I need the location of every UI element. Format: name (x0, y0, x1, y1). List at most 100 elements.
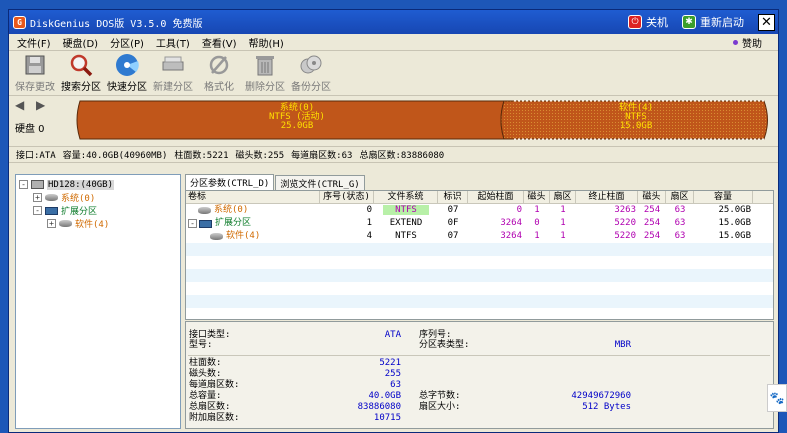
col-label[interactable]: 卷标 (186, 191, 320, 203)
disk-nav: ◀ ▶ 硬盘 0 (9, 96, 67, 146)
row-id: 0F (447, 218, 459, 228)
detail-secsize-value: 512 Bytes (582, 402, 631, 412)
close-button[interactable]: ✕ (758, 13, 775, 31)
search-partition-button[interactable]: 搜索分区 (59, 53, 103, 93)
row-start-sec: 1 (560, 231, 566, 241)
row-label: 软件(4) (226, 231, 261, 241)
detail-secsize-label: 扇区大小: (419, 402, 461, 412)
window-title: DiskGenius DOS版 V3.5.0 免费版 (30, 18, 203, 30)
partition-system-size: 25.0GB (280, 121, 314, 131)
tab-browse-files[interactable]: 浏览文件(CTRL_G) (275, 175, 365, 190)
save-changes-label: 保存更改 (15, 82, 55, 93)
detail-model-label: 型号: (189, 340, 213, 350)
detail-cap-label: 总容量: (189, 391, 222, 401)
tree-item-system[interactable]: + 系统(0) (33, 191, 95, 204)
restart-button[interactable]: ✱ 重新启动 (682, 14, 744, 30)
quick-partition-label: 快速分区 (107, 82, 147, 93)
col-size[interactable]: 容量 (694, 191, 753, 203)
backup-partition-label: 备份分区 (291, 82, 331, 93)
sponsor-link[interactable]: 赞助 (733, 35, 762, 50)
row-collapse-icon[interactable]: - (188, 219, 197, 228)
title-bar: G DiskGenius DOS版 V3.5.0 免费版 ⏻ 关机 ✱ 重新启动… (9, 10, 778, 34)
row-end-cyl: 3263 (614, 205, 636, 215)
row-end-sec: 63 (674, 218, 686, 228)
sponsor-label: 赞助 (742, 38, 762, 50)
row-start-cyl: 0 (516, 205, 522, 215)
table-row[interactable]: 系统(0) 0 NTFS 07 0 1 1 3263 254 63 25.0GB (186, 204, 773, 217)
delete-partition-label: 删除分区 (245, 82, 285, 93)
new-partition-button[interactable]: 新建分区 (151, 53, 195, 93)
partition-map: 系统(0) NTFS (活动) 25.0GB 软件(4) NTFS 15.0GB (74, 100, 771, 140)
menu-view[interactable]: 查看(V) (202, 35, 237, 50)
menu-disk[interactable]: 硬盘(D) (63, 35, 99, 50)
col-start-head[interactable]: 磁头 (524, 191, 550, 203)
col-fs[interactable]: 文件系统 (374, 191, 438, 203)
power-icon: ⏻ (628, 15, 642, 29)
disk-details-panel: 接口类型: ATA 型号: 序列号: 分区表类型: MBR 柱面数: 5221 … (185, 321, 774, 429)
detail-sectors-value: 83886080 (357, 402, 401, 412)
partition-icon (210, 233, 223, 240)
row-id: 07 (447, 231, 459, 241)
detail-spt-value: 63 (390, 380, 401, 390)
menu-tools[interactable]: 工具(T) (156, 35, 190, 50)
delete-partition-button[interactable]: 删除分区 (243, 53, 287, 93)
detail-cyl-value: 5221 (379, 358, 401, 368)
detail-bytes-label: 总字节数: (419, 391, 461, 401)
shutdown-label: 关机 (646, 16, 668, 29)
side-paw-button[interactable]: 🐾 (767, 384, 787, 412)
tree-expand-icon[interactable]: + (47, 219, 56, 228)
detail-heads-label: 磁头数: (189, 369, 222, 379)
tree-item-extended[interactable]: - 扩展分区 (33, 204, 97, 217)
format-button[interactable]: 格式化 (197, 53, 241, 93)
save-changes-button[interactable]: 保存更改 (13, 53, 57, 93)
toolbar: 保存更改 搜索分区 快速分区 新建分区 格式化 删除分区 备份分区 (9, 51, 778, 96)
menu-partition[interactable]: 分区(P) (110, 35, 144, 50)
detail-ptable-value: MBR (614, 340, 631, 350)
tree-item-software[interactable]: + 软件(4) (47, 217, 109, 230)
partition-icon (198, 207, 211, 214)
col-end-cyl[interactable]: 终止柱面 (576, 191, 638, 203)
row-seq: 4 (366, 231, 372, 241)
partition-icon (59, 220, 72, 227)
table-row[interactable]: - 扩展分区 1 EXTEND 0F 3264 0 1 5220 254 63 … (186, 217, 773, 230)
col-id[interactable]: 标识 (438, 191, 468, 203)
tree-disk-root[interactable]: - HD128:(40GB) (19, 178, 115, 191)
backup-partition-button[interactable]: 备份分区 (289, 53, 333, 93)
col-start-sec[interactable]: 扇区 (550, 191, 576, 203)
info-interface: 接口:ATA (16, 151, 56, 161)
row-fs-value: NTFS (383, 205, 429, 215)
tab-partition-params[interactable]: 分区参数(CTRL_D) (185, 174, 275, 190)
menu-help[interactable]: 帮助(H) (249, 35, 284, 50)
format-label: 格式化 (204, 82, 234, 93)
quick-partition-button[interactable]: 快速分区 (105, 53, 149, 93)
col-end-head[interactable]: 磁头 (638, 191, 666, 203)
menu-file[interactable]: 文件(F) (17, 35, 51, 50)
tree-collapse-icon[interactable]: - (19, 180, 28, 189)
detail-extra-label: 附加扇区数: (189, 413, 240, 423)
table-header: 卷标 序号(状态) 文件系统 标识 起始柱面 磁头 扇区 终止柱面 磁头 扇区 … (186, 191, 773, 204)
table-row[interactable]: 软件(4) 4 NTFS 07 3264 1 1 5220 254 63 15.… (186, 230, 773, 243)
shutdown-button[interactable]: ⏻ 关机 (628, 14, 668, 30)
tree-extended-label: 扩展分区 (61, 207, 98, 217)
details-separator (188, 355, 770, 356)
empty-row (186, 295, 773, 308)
partition-software-size: 15.0GB (619, 121, 653, 131)
tree-collapse-icon[interactable]: - (33, 206, 42, 215)
row-start-cyl: 3264 (500, 231, 522, 241)
row-seq: 1 (366, 218, 372, 228)
col-seq[interactable]: 序号(状态) (320, 191, 374, 203)
tree-expand-icon[interactable]: + (33, 193, 42, 202)
row-label: 扩展分区 (215, 218, 252, 228)
partition-map-graphic (76, 100, 768, 140)
row-end-sec: 63 (674, 231, 686, 241)
disk-label: 硬盘 0 (15, 124, 45, 135)
empty-row (186, 269, 773, 282)
col-start-cyl[interactable]: 起始柱面 (468, 191, 524, 203)
detail-heads-value: 255 (384, 369, 401, 379)
disk-nav-arrows[interactable]: ◀ ▶ (15, 98, 67, 112)
backup-icon (298, 53, 324, 77)
col-end-sec[interactable]: 扇区 (666, 191, 694, 203)
tree-system-label: 系统(0) (61, 194, 96, 204)
row-start-sec: 1 (560, 218, 566, 228)
row-seq: 0 (366, 205, 372, 215)
